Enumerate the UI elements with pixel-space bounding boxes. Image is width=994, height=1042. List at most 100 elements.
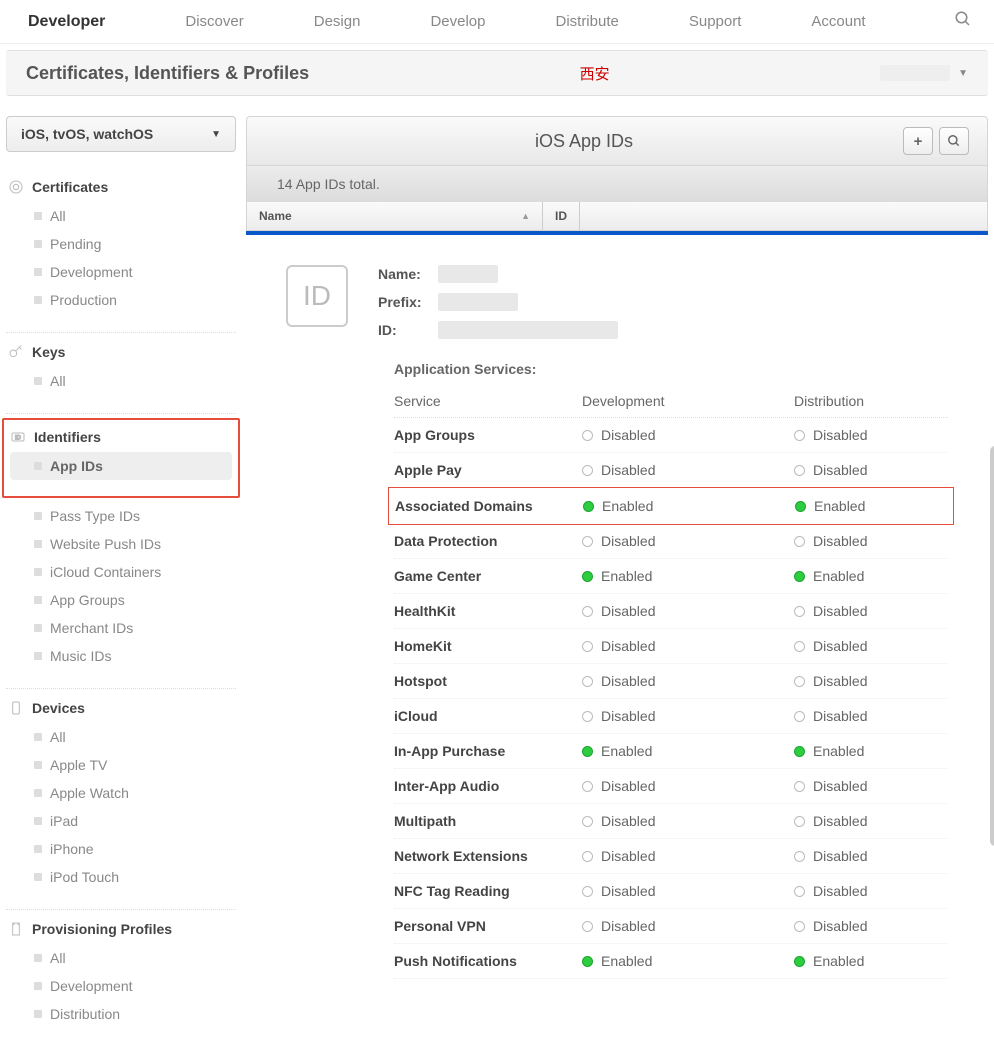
- bullet-icon: [34, 954, 42, 962]
- service-name: Push Notifications: [394, 953, 582, 969]
- nav-distribute[interactable]: Distribute: [555, 13, 618, 30]
- enabled-dot-icon: [794, 571, 805, 582]
- sidebar-item-all[interactable]: All: [6, 944, 236, 972]
- search-icon[interactable]: [954, 10, 972, 33]
- section-devices: Devices: [6, 693, 236, 723]
- nav-support[interactable]: Support: [689, 13, 742, 30]
- provisioning-icon: [8, 921, 24, 937]
- enabled-dot-icon: [582, 746, 593, 757]
- sort-asc-icon: ▲: [521, 211, 530, 221]
- sidebar-item-ipod-touch[interactable]: iPod Touch: [6, 863, 236, 891]
- nav-develop[interactable]: Develop: [430, 13, 485, 30]
- bullet-icon: [34, 596, 42, 604]
- divider: [6, 688, 236, 689]
- enabled-dot-icon: [794, 956, 805, 967]
- account-dropdown[interactable]: ▼: [880, 65, 968, 81]
- service-row-multipath: MultipathDisabledDisabled: [394, 804, 948, 839]
- sidebar-item-apple-tv[interactable]: Apple TV: [6, 751, 236, 779]
- sidebar-item-iphone[interactable]: iPhone: [6, 835, 236, 863]
- enabled-dot-icon: [583, 501, 594, 512]
- sidebar-item-ipad[interactable]: iPad: [6, 807, 236, 835]
- nav-account[interactable]: Account: [811, 13, 865, 30]
- service-row-network-extensions: Network ExtensionsDisabledDisabled: [394, 839, 948, 874]
- disabled-dot-icon: [794, 781, 805, 792]
- value-name: [438, 265, 498, 283]
- service-dist-status: Disabled: [794, 708, 948, 724]
- sidebar-item-merchant-ids[interactable]: Merchant IDs: [6, 614, 236, 642]
- disabled-dot-icon: [582, 886, 593, 897]
- bullet-icon: [34, 761, 42, 769]
- sidebar-item-all[interactable]: All: [6, 202, 236, 230]
- sidebar-item-app-ids[interactable]: App IDs: [10, 452, 232, 480]
- disabled-dot-icon: [582, 430, 593, 441]
- service-row-app-groups: App GroupsDisabledDisabled: [394, 418, 948, 453]
- disabled-dot-icon: [794, 886, 805, 897]
- service-row-healthkit: HealthKitDisabledDisabled: [394, 594, 948, 629]
- service-dev-status: Enabled: [583, 498, 795, 514]
- service-name: Associated Domains: [395, 498, 583, 514]
- disabled-dot-icon: [794, 606, 805, 617]
- service-dev-status: Disabled: [582, 848, 794, 864]
- sidebar-item-production[interactable]: Production: [6, 286, 236, 314]
- sidebar-item-app-groups[interactable]: App Groups: [6, 586, 236, 614]
- brand: Developer: [28, 13, 105, 31]
- sidebar-item-music-ids[interactable]: Music IDs: [6, 642, 236, 670]
- service-dev-status: Disabled: [582, 427, 794, 443]
- service-dist-status: Enabled: [794, 953, 948, 969]
- enabled-dot-icon: [794, 746, 805, 757]
- section-certificates: Certificates: [6, 172, 236, 202]
- sidebar-item-development[interactable]: Development: [6, 258, 236, 286]
- service-row-apple-pay: Apple PayDisabledDisabled: [394, 453, 948, 488]
- sidebar-item-pass-type-ids[interactable]: Pass Type IDs: [6, 502, 236, 530]
- sidebar-item-development[interactable]: Development: [6, 972, 236, 1000]
- service-dist-status: Disabled: [794, 427, 948, 443]
- sidebar-item-apple-watch[interactable]: Apple Watch: [6, 779, 236, 807]
- service-dist-status: Enabled: [795, 498, 947, 514]
- service-dev-status: Disabled: [582, 638, 794, 654]
- content: iOS App IDs + 14 App IDs total. Name ▲ I…: [246, 116, 988, 1042]
- service-dist-status: Disabled: [794, 848, 948, 864]
- column-id[interactable]: ID: [543, 202, 580, 230]
- add-button[interactable]: +: [903, 127, 933, 155]
- service-name: iCloud: [394, 708, 582, 724]
- service-row-in-app-purchase: In-App PurchaseEnabledEnabled: [394, 734, 948, 769]
- disabled-dot-icon: [794, 711, 805, 722]
- bullet-icon: [34, 212, 42, 220]
- id-badge-icon: ID: [286, 265, 348, 327]
- disabled-dot-icon: [794, 676, 805, 687]
- service-dist-status: Disabled: [794, 462, 948, 478]
- service-row-inter-app-audio: Inter-App AudioDisabledDisabled: [394, 769, 948, 804]
- service-row-push-notifications: Push NotificationsEnabledEnabled: [394, 944, 948, 979]
- column-name[interactable]: Name ▲: [247, 202, 543, 230]
- service-dist-status: Disabled: [794, 883, 948, 899]
- bullet-icon: [34, 873, 42, 881]
- disabled-dot-icon: [794, 851, 805, 862]
- service-dist-status: Disabled: [794, 918, 948, 934]
- bullet-icon: [34, 845, 42, 853]
- sidebar-item-icloud-containers[interactable]: iCloud Containers: [6, 558, 236, 586]
- bullet-icon: [34, 624, 42, 632]
- bullet-icon: [34, 240, 42, 248]
- sidebar-item-all[interactable]: All: [6, 367, 236, 395]
- sidebar-item-pending[interactable]: Pending: [6, 230, 236, 258]
- disabled-dot-icon: [582, 641, 593, 652]
- service-dist-status: Disabled: [794, 638, 948, 654]
- scrollbar[interactable]: [990, 446, 994, 846]
- disabled-dot-icon: [794, 641, 805, 652]
- sidebar-item-website-push-ids[interactable]: Website Push IDs: [6, 530, 236, 558]
- section-identifiers: IDIdentifiers: [4, 422, 238, 452]
- service-dist-status: Disabled: [794, 603, 948, 619]
- service-dist-status: Enabled: [794, 743, 948, 759]
- nav-items: Discover Design Develop Distribute Support Ac…: [185, 13, 954, 30]
- search-button[interactable]: [939, 127, 969, 155]
- enabled-dot-icon: [582, 956, 593, 967]
- divider: [6, 332, 236, 333]
- sidebar-item-distribution[interactable]: Distribution: [6, 1000, 236, 1028]
- platform-select[interactable]: iOS, tvOS, watchOS ▼: [6, 116, 236, 152]
- nav-design[interactable]: Design: [314, 13, 361, 30]
- table-header: Name ▲ ID: [246, 202, 988, 231]
- section-keys: Keys: [6, 337, 236, 367]
- label-name: Name:: [378, 266, 438, 282]
- sidebar-item-all[interactable]: All: [6, 723, 236, 751]
- nav-discover[interactable]: Discover: [185, 13, 243, 30]
